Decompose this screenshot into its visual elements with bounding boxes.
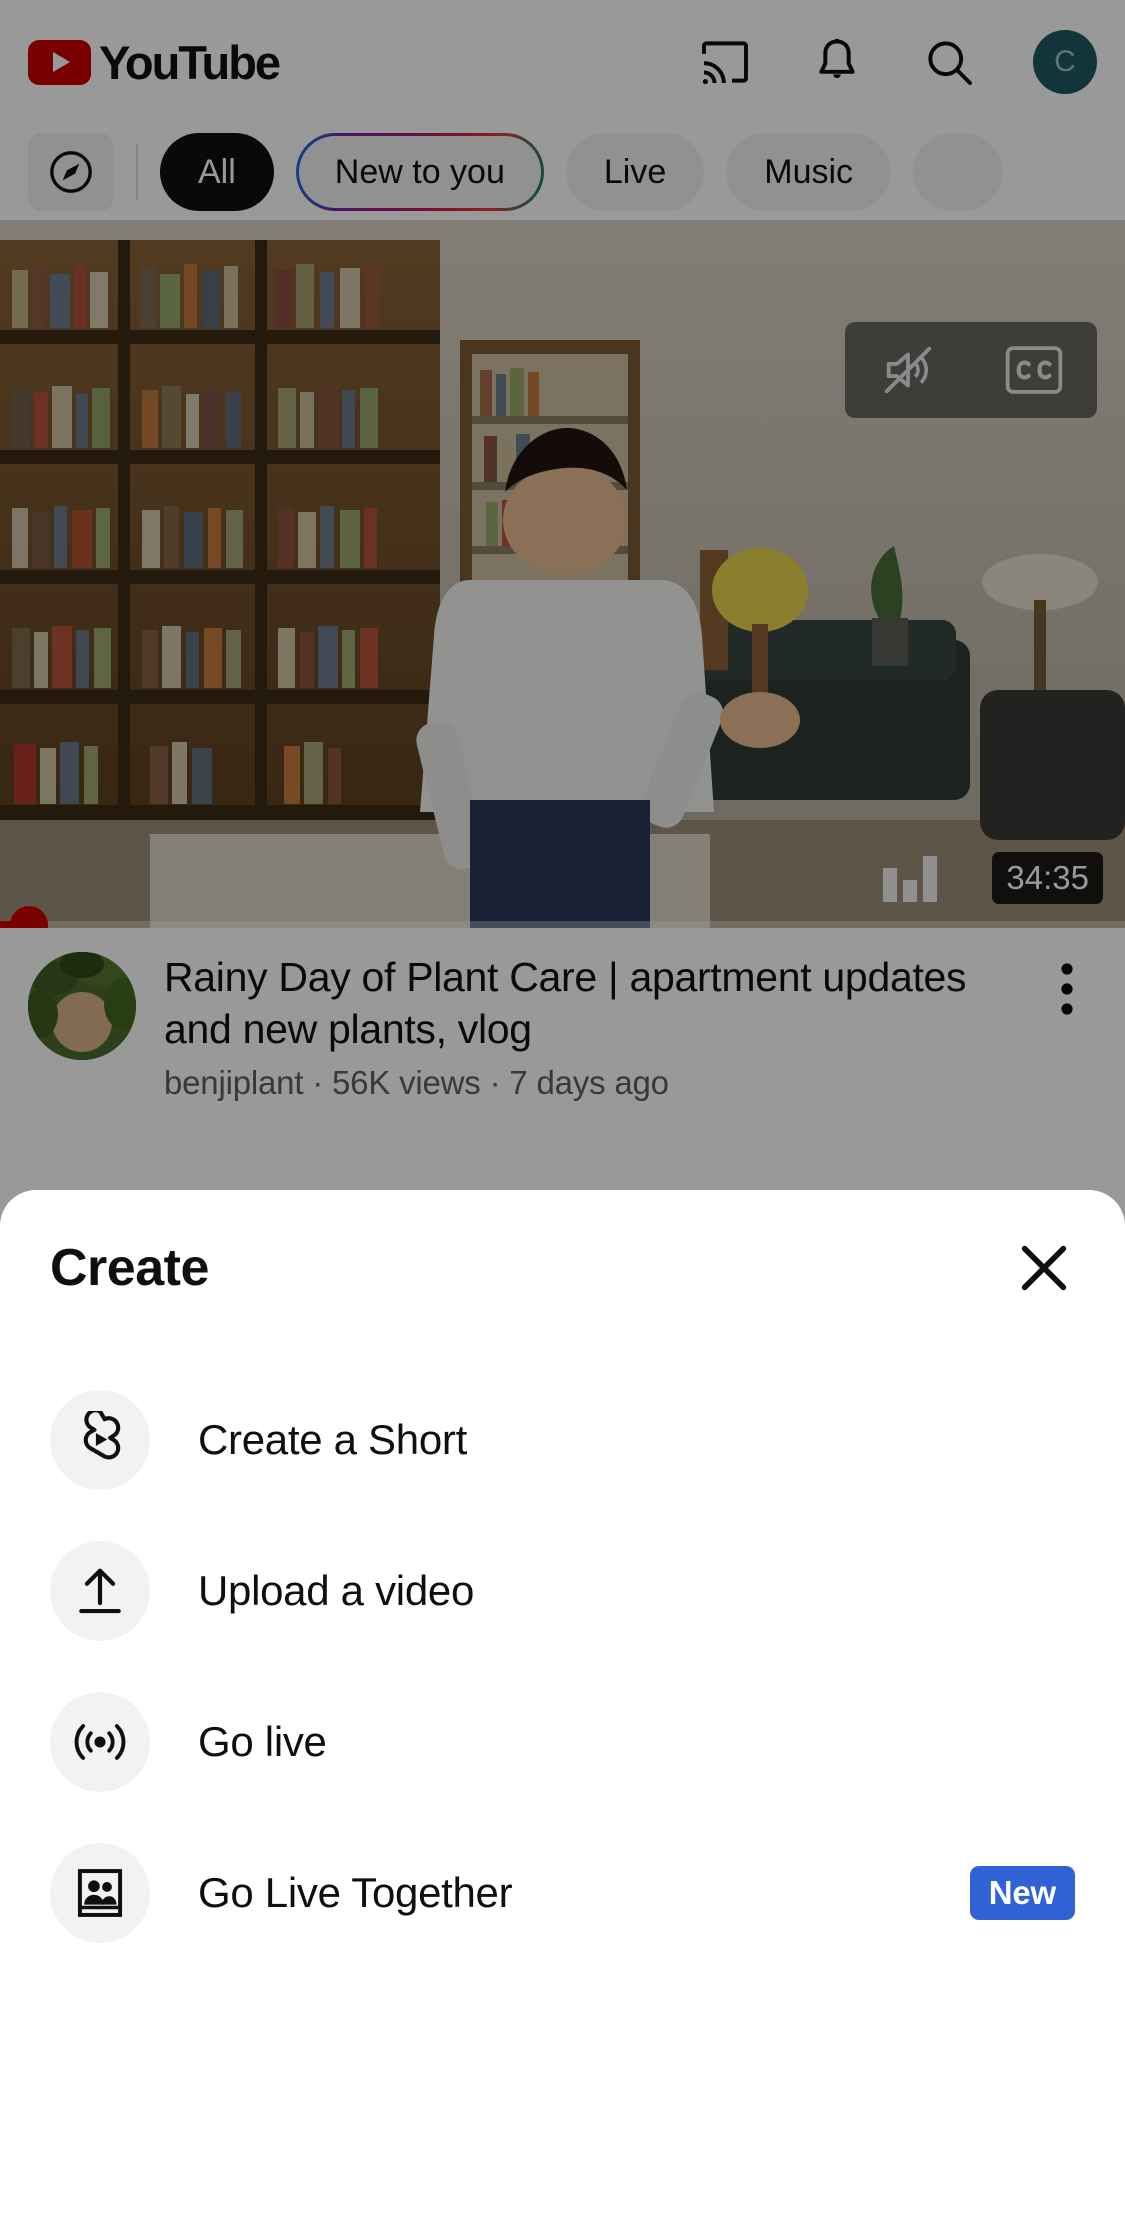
shorts-icon-wrap	[50, 1389, 150, 1490]
broadcast-icon-wrap	[50, 1691, 150, 1792]
close-icon[interactable]	[1013, 1237, 1075, 1299]
menu-item-label: Go Live Together	[198, 1868, 513, 1916]
menu-item-create-a-short[interactable]: Create a Short	[50, 1364, 1075, 1515]
status-badge: New	[969, 1865, 1075, 1920]
shorts-icon	[83, 1410, 121, 1459]
menu-item-label: Go live	[198, 1717, 327, 1765]
upload-icon-wrap	[50, 1540, 150, 1641]
people-frame-icon-wrap	[50, 1842, 150, 1943]
menu-item-upload-a-video[interactable]: Upload a video	[50, 1515, 1075, 1666]
sheet-header: Create	[50, 1190, 1075, 1346]
menu-item-label: Upload a video	[198, 1566, 474, 1614]
people-frame-icon	[77, 1868, 123, 1917]
upload-icon	[79, 1568, 121, 1613]
create-bottom-sheet: Create Create a Short Upload a video Go …	[0, 1190, 1125, 2223]
sheet-title: Create	[50, 1239, 209, 1297]
menu-item-label: Create a Short	[198, 1415, 467, 1463]
menu-item-go-live-together[interactable]: Go Live Together New	[50, 1817, 1075, 1968]
create-menu: Create a Short Upload a video Go live Go…	[50, 1346, 1075, 1968]
menu-item-go-live[interactable]: Go live	[50, 1666, 1075, 1817]
broadcast-icon	[74, 1723, 126, 1760]
